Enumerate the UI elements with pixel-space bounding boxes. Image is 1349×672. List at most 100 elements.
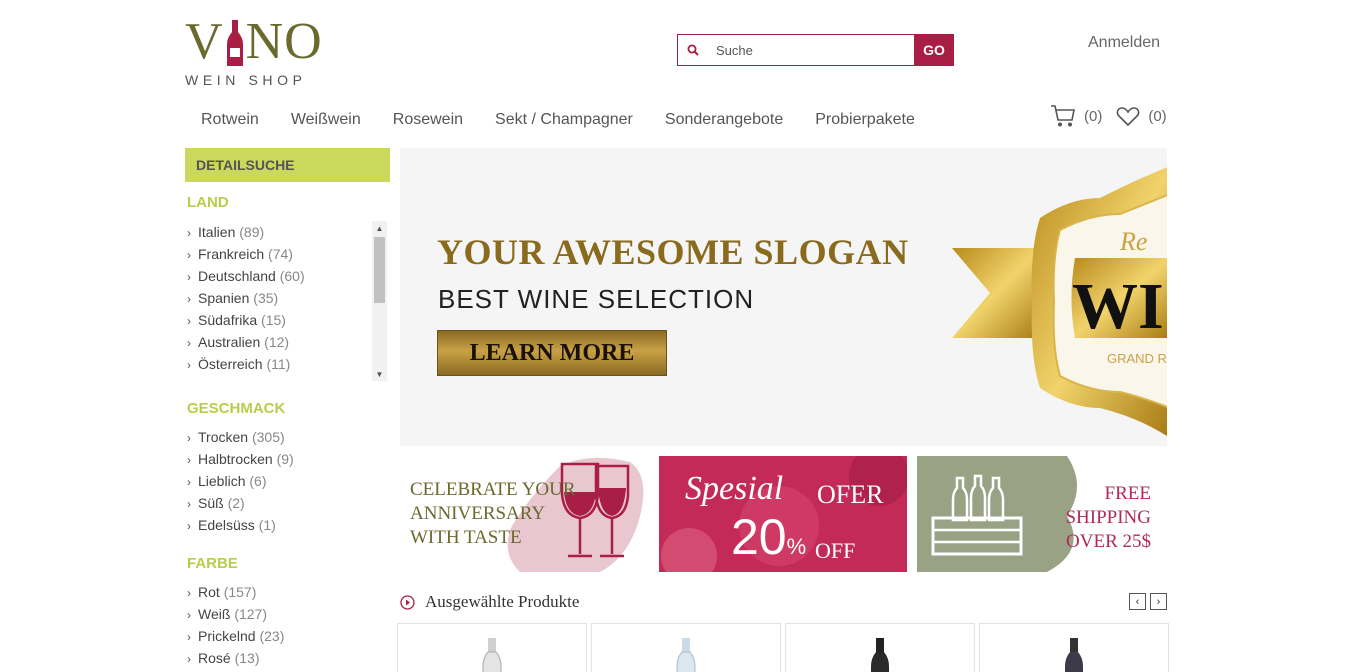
product-card[interactable]: [397, 623, 587, 672]
chevron-right-icon: ›: [1156, 595, 1161, 608]
site-logo[interactable]: V NO WEIN SHOP: [185, 14, 335, 94]
chevron-right-icon: ›: [187, 630, 191, 644]
hero-subline: BEST WINE SELECTION: [438, 284, 755, 314]
svg-text:WI: WI: [1072, 270, 1164, 343]
cart-link[interactable]: (0): [1050, 104, 1102, 128]
nav-item-probierpakete[interactable]: Probierpakete: [799, 108, 931, 136]
chevron-left-icon: ‹: [1135, 595, 1140, 608]
search-icon[interactable]: [678, 35, 708, 65]
nav-item-sekt-champagner[interactable]: Sekt / Champagner: [479, 108, 649, 136]
filter-item-land[interactable]: › Australien (12): [185, 331, 387, 353]
nav-item-weisswein[interactable]: Weißwein: [275, 108, 377, 136]
filter-title-farbe: FARBE: [187, 555, 238, 572]
promo-percent: 20%: [731, 509, 807, 565]
chevron-right-icon: ›: [187, 608, 191, 622]
filter-item-geschmack[interactable]: › Halbtrocken (9): [185, 448, 390, 470]
land-scrollbar[interactable]: ▲ ▼: [372, 221, 387, 381]
logo-subtitle: WEIN SHOP: [185, 72, 307, 88]
svg-text:GRAND R: GRAND R: [1107, 351, 1167, 366]
filter-item-land[interactable]: › Deutschland (60): [185, 265, 387, 287]
bottle-icon: [871, 638, 889, 672]
promo-anniversary[interactable]: CELEBRATE YOUR ANNIVERSARY WITH TASTE: [400, 456, 648, 572]
logo-wordmark: V NO: [185, 14, 335, 70]
filter-list-farbe: › Rot (157) › Weiß (127) › Prickelnd (23) ›…: [185, 581, 390, 669]
promo-spesial-text: Spesial: [685, 470, 784, 507]
carousel-next-button[interactable]: ›: [1150, 593, 1167, 610]
product-card[interactable]: [785, 623, 975, 672]
promo-anniversary-text: CELEBRATE YOUR ANNIVERSARY WITH TASTE: [410, 479, 576, 548]
filter-item-geschmack[interactable]: › Edelsüss (1): [185, 514, 390, 536]
featured-title: Ausgewählte Produkte: [425, 592, 580, 611]
learn-more-button[interactable]: LEARN MORE: [437, 330, 667, 376]
sidebar-header: DETAILSUCHE: [185, 148, 390, 182]
svg-text:Re: Re: [1119, 227, 1147, 256]
wine-bottle-icon: [226, 20, 244, 66]
scroll-up-icon[interactable]: ▲: [372, 221, 387, 235]
filter-item-geschmack[interactable]: › Trocken (305): [185, 426, 390, 448]
promo-special-offer[interactable]: Spesial OFER 20% OFF: [659, 456, 907, 572]
promo-ofer-text: OFER: [817, 480, 884, 509]
nav-item-sonderangebote[interactable]: Sonderangebote: [649, 108, 799, 136]
cart-count: (0): [1084, 107, 1103, 125]
product-carousel: [397, 623, 1173, 672]
chevron-right-icon: ›: [187, 292, 191, 306]
promo-off-text: OFF: [815, 538, 856, 563]
chevron-right-icon: ›: [187, 453, 191, 467]
filter-list-land: › Italien (89) › Frankreich (74) › Deutschl…: [185, 221, 387, 375]
bottle-icon: [1065, 638, 1083, 672]
product-card[interactable]: [591, 623, 781, 672]
filter-sidebar: DETAILSUCHE LAND › Italien (89) › Frankrei…: [185, 148, 390, 669]
chevron-right-icon: ›: [187, 586, 191, 600]
filter-item-geschmack[interactable]: › Lieblich (6): [185, 470, 390, 492]
chevron-right-icon: ›: [187, 248, 191, 262]
chevron-right-icon: ›: [187, 270, 191, 284]
filter-item-land[interactable]: › Spanien (35): [185, 287, 387, 309]
chevron-right-icon: ›: [187, 519, 191, 533]
cart-icon: [1051, 105, 1075, 127]
chevron-right-icon: ›: [187, 314, 191, 328]
scroll-down-icon[interactable]: ▼: [372, 367, 387, 381]
filter-item-land[interactable]: › Südafrika (15): [185, 309, 387, 331]
promo-shipping-text: FREE SHIPPING OVER 25$: [1065, 483, 1151, 552]
bottle-icon: [482, 638, 502, 672]
filter-list-geschmack: › Trocken (305) › Halbtrocken (9) › Lieblic…: [185, 426, 390, 536]
filter-item-farbe[interactable]: › Rosé (13): [185, 647, 390, 669]
filter-item-geschmack[interactable]: › Süß (2): [185, 492, 390, 514]
chevron-right-icon: ›: [187, 497, 191, 511]
wine-crate-icon: [931, 474, 1023, 556]
filter-item-farbe[interactable]: › Prickelnd (23): [185, 625, 390, 647]
product-card[interactable]: [979, 623, 1169, 672]
carousel-prev-button[interactable]: ‹: [1129, 593, 1146, 610]
main-navigation: Rotwein Weißwein Rosewein Sekt / Champag…: [185, 108, 931, 136]
chevron-right-icon: ›: [187, 336, 191, 350]
gold-badge-icon: Re WI GRAND R: [952, 167, 1167, 437]
circle-play-icon: [400, 594, 415, 610]
login-link[interactable]: Anmelden: [1088, 34, 1160, 52]
filter-item-land[interactable]: › Italien (89): [185, 221, 387, 243]
filter-item-farbe[interactable]: › Weiß (127): [185, 603, 390, 625]
hero-banner[interactable]: YOUR AWESOME SLOGAN BEST WINE SELECTION …: [400, 148, 1167, 446]
header-icons: (0) (0): [1050, 104, 1181, 128]
chevron-right-icon: ›: [187, 431, 191, 445]
nav-item-rotwein[interactable]: Rotwein: [185, 108, 275, 136]
logo-letter-v: V: [185, 13, 224, 70]
filter-item-land[interactable]: › Frankreich (74): [185, 243, 387, 265]
wishlist-link[interactable]: (0): [1116, 105, 1167, 127]
filter-item-farbe[interactable]: › Rot (157): [185, 581, 390, 603]
chevron-right-icon: ›: [187, 475, 191, 489]
wishlist-count: (0): [1148, 107, 1167, 125]
logo-letters-no: NO: [245, 13, 323, 70]
heart-icon: [1116, 107, 1140, 127]
search-go-button[interactable]: GO: [914, 34, 954, 66]
search-input[interactable]: [708, 36, 914, 64]
filter-title-geschmack: GESCHMACK: [187, 400, 286, 417]
featured-products-header: Ausgewählte Produkte: [400, 592, 579, 612]
chevron-right-icon: ›: [187, 652, 191, 666]
filter-list-land-container[interactable]: › Italien (89) › Frankreich (74) › Deutschl…: [185, 221, 387, 381]
scrollbar-thumb[interactable]: [374, 237, 385, 303]
promo-free-shipping[interactable]: FREE SHIPPING OVER 25$: [917, 456, 1165, 572]
filter-item-land[interactable]: › Österreich (11): [185, 353, 387, 375]
nav-item-rosewein[interactable]: Rosewein: [377, 108, 479, 136]
chevron-right-icon: ›: [187, 226, 191, 240]
hero-slogan: YOUR AWESOME SLOGAN: [437, 232, 909, 272]
